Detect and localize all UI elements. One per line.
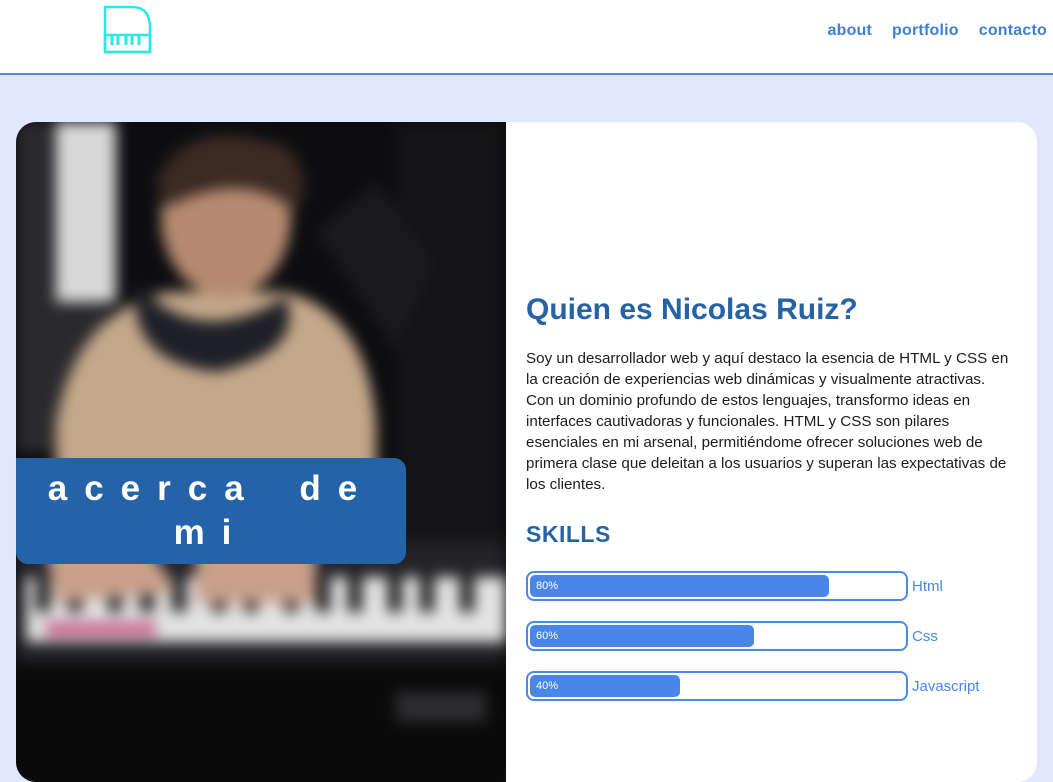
about-badge-label: acerca de mi	[47, 469, 375, 552]
skill-name: Html	[912, 577, 943, 595]
skill-bar-fill: 60%	[530, 625, 755, 647]
skill-name: Css	[912, 627, 938, 645]
profile-title: Quien es Nicolas Ruiz?	[526, 293, 858, 326]
skill-percent-label: 40%	[536, 680, 559, 692]
about-content: Quien es Nicolas Ruiz? Soy un desarrolla…	[526, 290, 1011, 720]
nav-about-link[interactable]: about	[828, 22, 873, 40]
skill-row-css: 60% Css	[526, 620, 1011, 652]
profile-photo: acerca de mi	[16, 122, 506, 782]
skills-title: SKILLS	[526, 521, 611, 547]
about-badge: acerca de mi	[16, 458, 406, 564]
about-card: acerca de mi Quien es Nicolas Ruiz? Soy …	[16, 122, 1037, 782]
skill-percent-label: 60%	[536, 630, 559, 642]
main-nav: about portfolio contacto	[828, 22, 1048, 40]
skill-bar-track: 60%	[526, 621, 908, 651]
skill-bar-fill: 80%	[530, 575, 830, 597]
skill-bar-track: 80%	[526, 571, 908, 601]
skill-row-html: 80% Html	[526, 570, 1011, 602]
nav-contacto-link[interactable]: contacto	[979, 22, 1047, 40]
skill-bar-fill: 40%	[530, 675, 680, 697]
skills-list: 80% Html 60% Css 40% Javascript	[526, 570, 1011, 702]
site-header: about portfolio contacto	[0, 0, 1053, 75]
nav-portfolio-link[interactable]: portfolio	[892, 22, 959, 40]
profile-bio: Soy un desarrollador web y aquí destaco …	[526, 350, 1009, 493]
skill-percent-label: 80%	[536, 580, 559, 592]
skill-row-javascript: 40% Javascript	[526, 670, 1011, 702]
skill-name: Javascript	[912, 677, 980, 695]
skill-bar-track: 40%	[526, 671, 908, 701]
piano-icon[interactable]	[102, 4, 154, 54]
